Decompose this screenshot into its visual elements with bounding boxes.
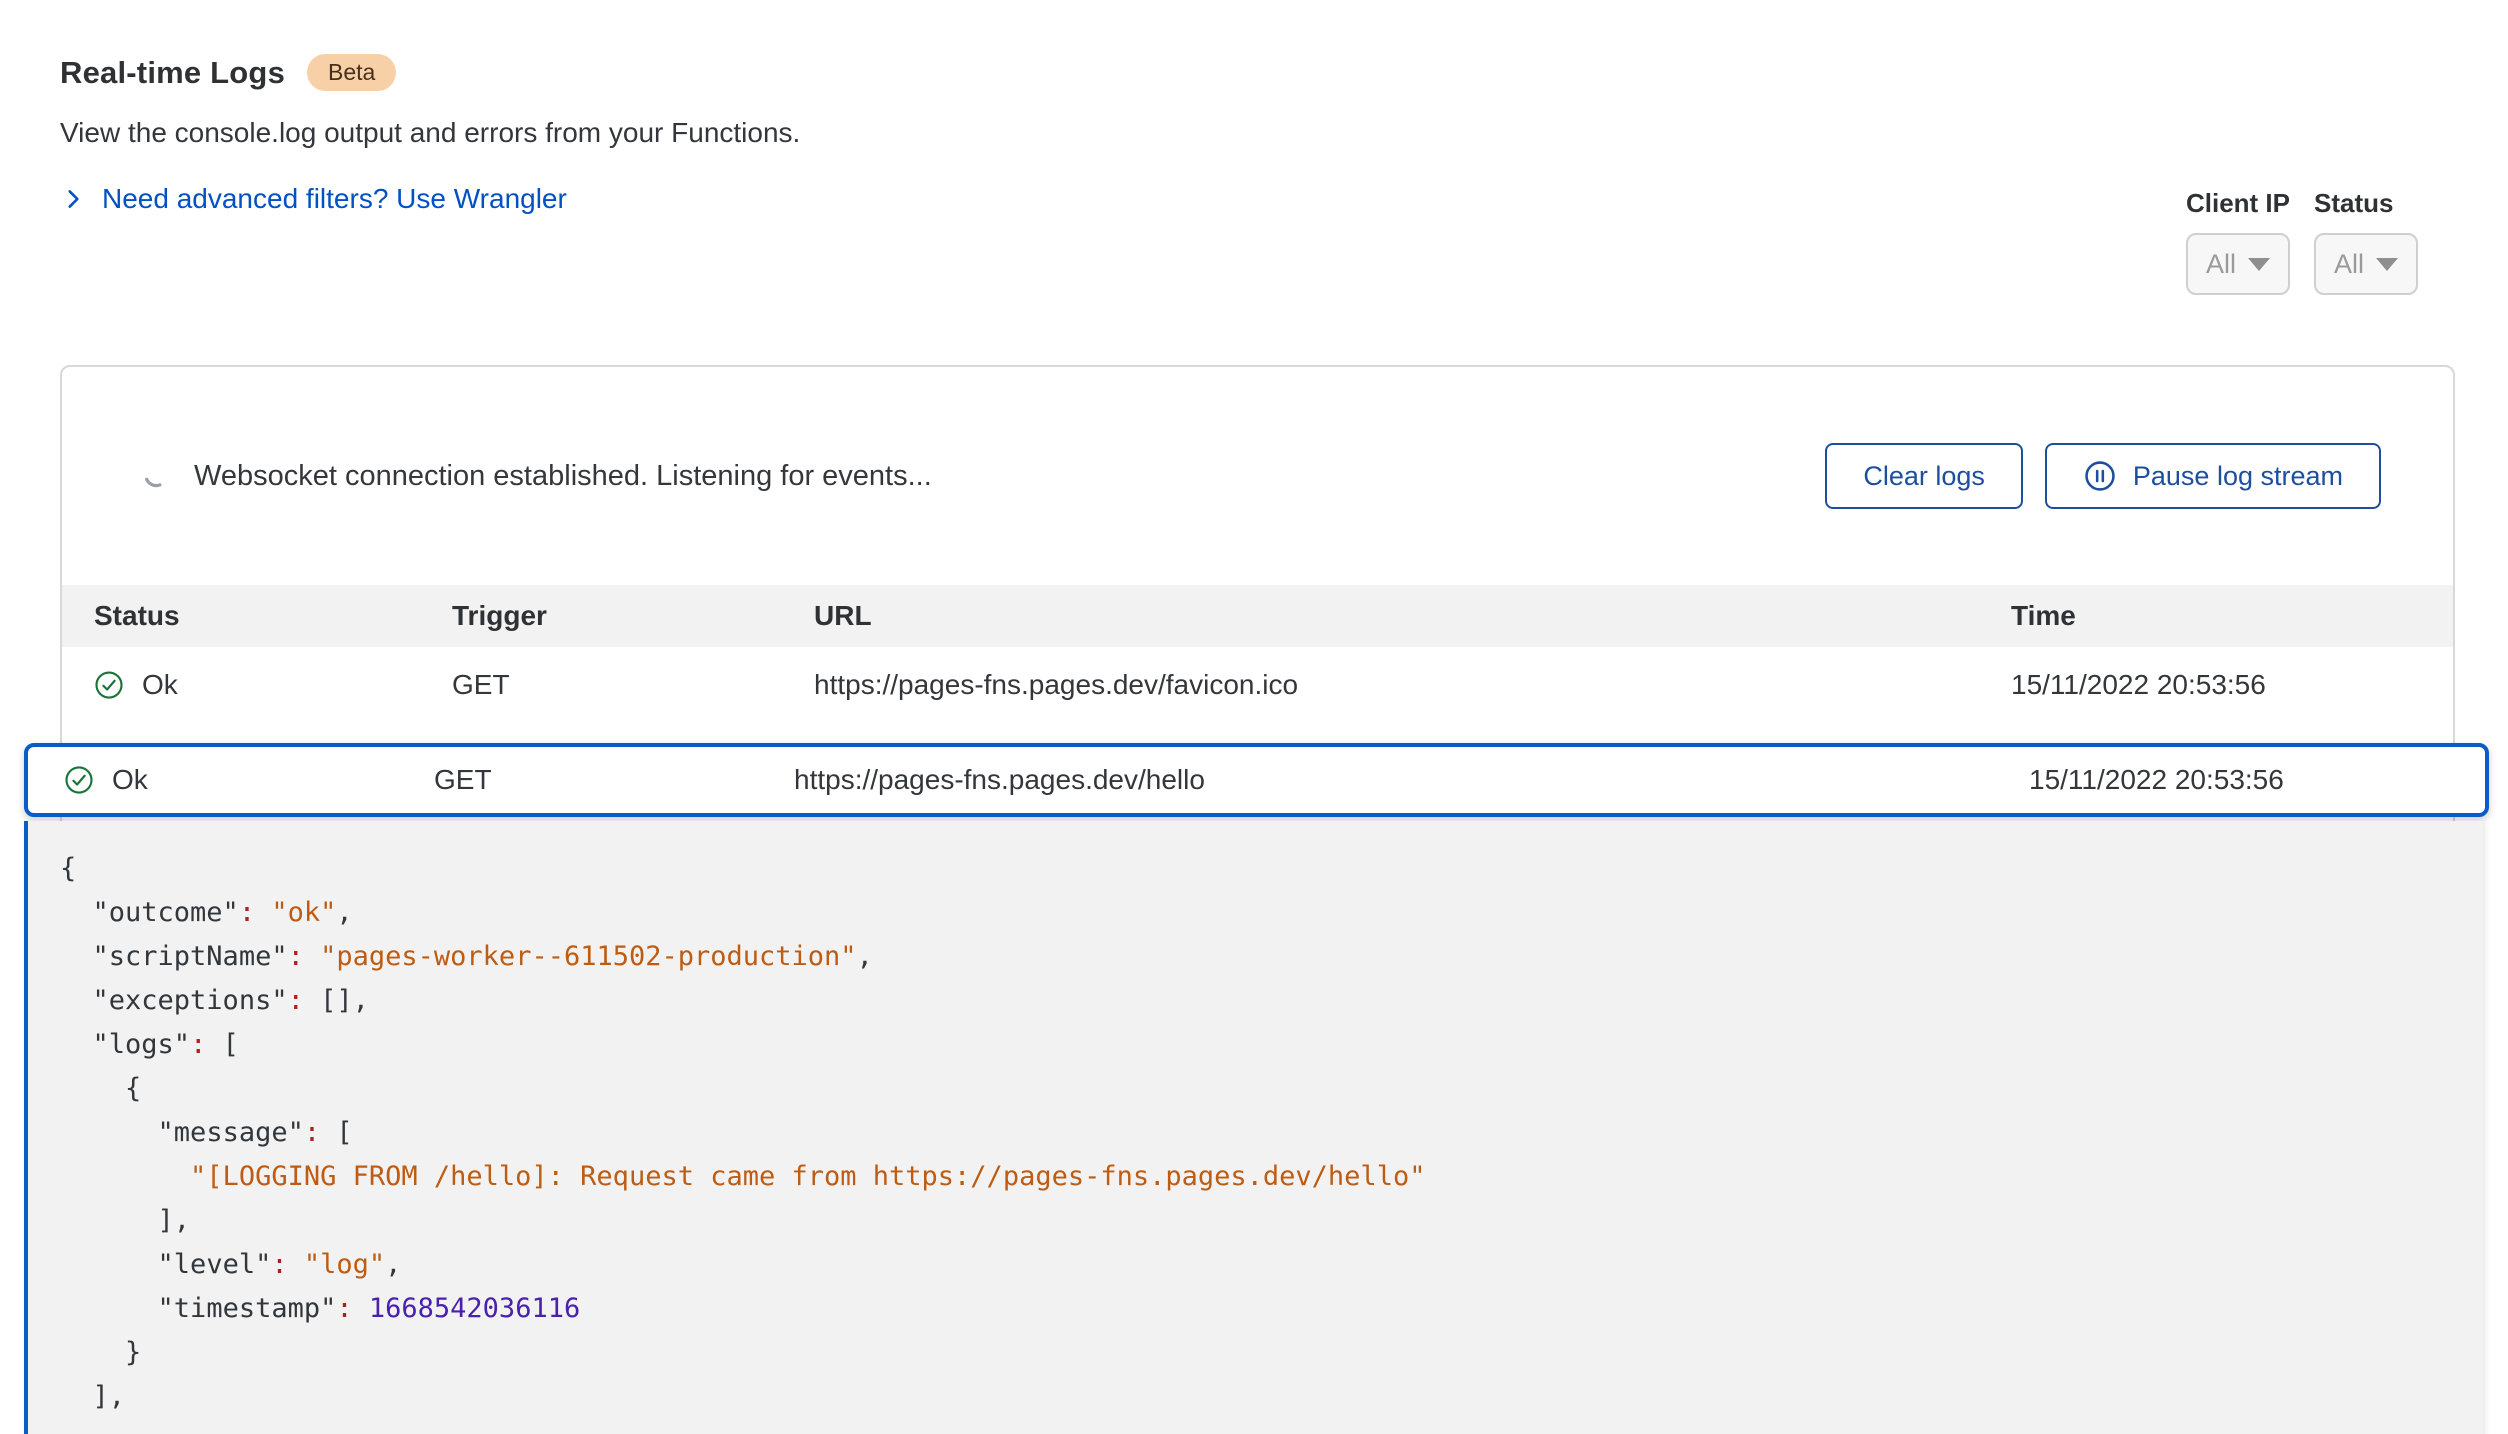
log-table-header: Status Trigger URL Time xyxy=(62,585,2453,647)
status-filter: Status All xyxy=(2314,188,2418,295)
page-header: Real-time Logs Beta View the console.log… xyxy=(0,0,2508,215)
clear-logs-button[interactable]: Clear logs xyxy=(1825,443,2023,509)
client-ip-label: Client IP xyxy=(2186,188,2290,219)
table-row[interactable]: Ok GET https://pages-fns.pages.dev/favic… xyxy=(62,647,2453,723)
caret-down-icon xyxy=(2248,258,2270,271)
success-check-icon xyxy=(64,765,94,795)
log-json: { "outcome": "ok", "scriptName": "pages-… xyxy=(60,847,2443,1419)
log-time: 15/11/2022 20:53:56 xyxy=(2029,764,2449,796)
realtime-logs-page: Real-time Logs Beta View the console.log… xyxy=(0,0,2508,1434)
column-header-status: Status xyxy=(94,600,452,632)
log-trigger: GET xyxy=(452,669,814,701)
log-status: Ok xyxy=(142,669,178,701)
column-header-trigger: Trigger xyxy=(452,600,814,632)
status-dropdown[interactable]: All xyxy=(2314,233,2418,295)
client-ip-value: All xyxy=(2206,249,2236,280)
page-subtitle: View the console.log output and errors f… xyxy=(60,117,2508,149)
log-trigger: GET xyxy=(434,764,794,796)
expanded-log-entry: Ok GET https://pages-fns.pages.dev/hello… xyxy=(24,743,2489,1434)
log-detail-panel: { "outcome": "ok", "scriptName": "pages-… xyxy=(24,821,2483,1434)
client-ip-dropdown[interactable]: All xyxy=(2186,233,2290,295)
log-filters: Client IP All Status All xyxy=(2186,188,2418,295)
pause-log-stream-button[interactable]: Pause log stream xyxy=(2045,443,2381,509)
chevron-right-icon xyxy=(60,186,86,212)
wrangler-filters-link[interactable]: Need advanced filters? Use Wrangler xyxy=(60,183,2508,215)
page-title: Real-time Logs xyxy=(60,55,285,91)
spinner-icon xyxy=(142,463,168,489)
stream-message: Websocket connection established. Listen… xyxy=(194,460,932,493)
caret-down-icon xyxy=(2376,258,2398,271)
table-row-selected[interactable]: Ok GET https://pages-fns.pages.dev/hello… xyxy=(24,743,2489,817)
wrangler-link-label[interactable]: Need advanced filters? Use Wrangler xyxy=(102,183,567,215)
stream-status-bar: Websocket connection established. Listen… xyxy=(62,367,2453,585)
log-status: Ok xyxy=(112,764,148,796)
column-header-time: Time xyxy=(2011,600,2421,632)
success-check-icon xyxy=(94,670,124,700)
status-filter-label: Status xyxy=(2314,188,2418,219)
client-ip-filter: Client IP All xyxy=(2186,188,2290,295)
column-header-url: URL xyxy=(814,600,2011,632)
logs-card: Websocket connection established. Listen… xyxy=(60,365,2455,1434)
beta-badge: Beta xyxy=(307,54,396,91)
pause-icon xyxy=(2083,459,2117,493)
pause-button-label: Pause log stream xyxy=(2133,461,2343,492)
status-filter-value: All xyxy=(2334,249,2364,280)
log-url: https://pages-fns.pages.dev/hello xyxy=(794,764,2029,796)
log-time: 15/11/2022 20:53:56 xyxy=(2011,669,2421,701)
log-url: https://pages-fns.pages.dev/favicon.ico xyxy=(814,669,2011,701)
